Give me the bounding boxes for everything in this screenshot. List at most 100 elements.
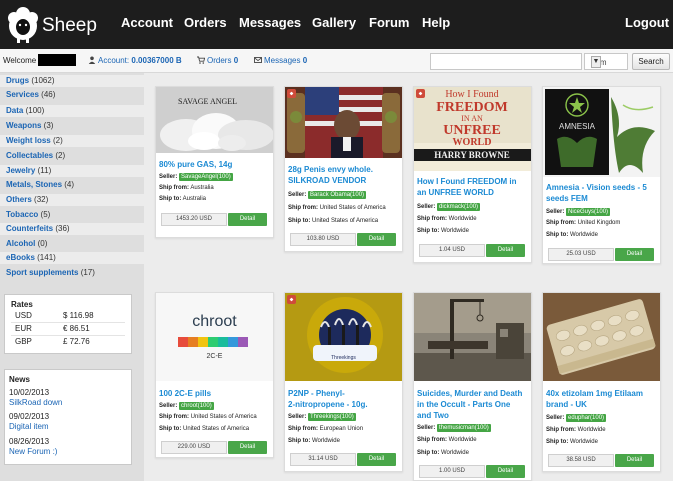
- seller-badge[interactable]: themusicman(100): [437, 424, 491, 432]
- product-image[interactable]: [414, 293, 531, 381]
- product-title[interactable]: P2NP - Phenyl- 2-nitropropene - 10g.: [288, 388, 368, 410]
- welcome-label: Welcome: [3, 56, 37, 65]
- detail-button[interactable]: Detail: [357, 233, 396, 246]
- category-metals-stones[interactable]: Metals, Stones (4): [0, 179, 144, 191]
- messages-count[interactable]: Messages 0: [254, 56, 307, 65]
- ship-to-line: Ship to: Worldwide: [417, 228, 469, 234]
- product-image[interactable]: [543, 293, 660, 381]
- nav-gallery[interactable]: Gallery: [312, 15, 356, 30]
- product-title[interactable]: 28g Penis envy whole. SILKROAD VENDOR: [288, 164, 373, 186]
- nav-orders[interactable]: Orders: [184, 15, 227, 30]
- detail-button[interactable]: Detail: [486, 244, 525, 257]
- detail-button[interactable]: Detail: [357, 453, 396, 466]
- price-field: 1.00 USD: [419, 465, 485, 478]
- seller-badge[interactable]: SavageAngel(100): [179, 173, 233, 181]
- product-card[interactable]: How I Found FREEDOM IN AN UNFREE WORLD H…: [413, 86, 532, 263]
- category-services[interactable]: Services (46): [0, 89, 144, 101]
- price-field: 1.04 USD: [419, 244, 485, 257]
- category-tobacco[interactable]: Tobacco (5): [0, 209, 144, 221]
- search-input[interactable]: [430, 53, 582, 70]
- category-alcohol[interactable]: Alcohol (0): [0, 238, 144, 250]
- category-jewelry[interactable]: Jewelry (11): [0, 165, 144, 177]
- product-title[interactable]: 40x etizolam 1mg Etilaam brand - UK: [546, 388, 643, 410]
- product-title[interactable]: Amnesia - Vision seeds - 5 seeds FEM: [546, 182, 647, 204]
- product-card[interactable]: Suicides, Murder and Death in the Occult …: [413, 292, 532, 481]
- product-image[interactable]: Threekings: [285, 293, 402, 381]
- product-card[interactable]: 40x etizolam 1mg Etilaam brand - UK Selle…: [542, 292, 661, 472]
- product-image[interactable]: chroot 2C-E: [156, 293, 273, 381]
- detail-button[interactable]: Detail: [228, 213, 267, 226]
- category-ebooks[interactable]: eBooks (141): [0, 252, 144, 264]
- product-image[interactable]: AMNESIA: [543, 87, 660, 177]
- sidebar: Drugs (1062) Services (46) Data (100) We…: [0, 73, 144, 481]
- featured-badge-icon: [287, 89, 296, 98]
- nav-help[interactable]: Help: [422, 15, 450, 30]
- search-type-select[interactable]: Item ▼: [584, 53, 628, 70]
- news-date: 08/26/2013: [9, 437, 50, 446]
- detail-button[interactable]: Detail: [615, 248, 654, 261]
- product-photo: [285, 293, 402, 381]
- news-link-digital-item[interactable]: Digital item: [9, 422, 49, 431]
- news-link-silkroad-down[interactable]: SilkRoad down: [9, 398, 62, 407]
- product-image[interactable]: [285, 87, 402, 158]
- seller-badge[interactable]: dickmack(100): [437, 203, 481, 211]
- seller-line: Seller: themusicman(100): [417, 424, 491, 432]
- category-weight-loss[interactable]: Weight loss (2): [0, 135, 144, 147]
- svg-text:IN AN: IN AN: [461, 114, 483, 123]
- account-balance[interactable]: Account: 0.00367000 B: [88, 56, 182, 65]
- product-title[interactable]: How I Found FREEDOM in an UNFREE WORLD: [417, 176, 517, 198]
- ship-to-line: Ship to: Australia: [159, 196, 207, 202]
- product-card[interactable]: Threekings P2NP - Phenyl- 2-nitropropene …: [284, 292, 403, 472]
- seller-line: Seller: eduphar(100): [546, 414, 607, 422]
- cart-icon: [197, 56, 205, 64]
- product-photo: [543, 293, 660, 381]
- product-image[interactable]: SAVAGE ANGEL: [156, 87, 273, 153]
- product-card[interactable]: AMNESIA Amnesia - Vision seeds - 5 seeds …: [542, 86, 661, 264]
- rate-row-gbp: GBP £ 72.76: [15, 337, 90, 346]
- category-collectables[interactable]: Collectables (2): [0, 150, 144, 162]
- rainbow-graphic: [178, 337, 248, 347]
- image-caption: SAVAGE ANGEL: [178, 97, 238, 106]
- product-card[interactable]: chroot 2C-E 100 2C-E pills Seller: chroo…: [155, 292, 274, 458]
- detail-button[interactable]: Detail: [615, 454, 654, 467]
- price-field: 38.58 USD: [548, 454, 614, 467]
- seller-badge[interactable]: NiceGuys(100): [566, 208, 611, 216]
- detail-button[interactable]: Detail: [486, 465, 525, 478]
- category-sport-supplements[interactable]: Sport supplements (17): [0, 267, 144, 279]
- category-counterfeits[interactable]: Counterfeits (36): [0, 223, 144, 235]
- svg-text:WORLD: WORLD: [453, 137, 492, 148]
- seller-line: Seller: Barack Obama(100): [288, 191, 367, 199]
- svg-text:HARRY BROWNE: HARRY BROWNE: [434, 150, 510, 160]
- product-card[interactable]: 28g Penis envy whole. SILKROAD VENDOR Sel…: [284, 86, 403, 252]
- nav-forum[interactable]: Forum: [369, 15, 409, 30]
- product-title[interactable]: 80% pure GAS, 14g: [159, 159, 232, 170]
- category-others[interactable]: Others (32): [0, 194, 144, 206]
- ship-from-line: Ship from: European Union: [288, 426, 364, 432]
- seller-badge[interactable]: Barack Obama(100): [308, 191, 367, 199]
- image-caption: Threekings: [331, 355, 356, 361]
- orders-count[interactable]: Orders 0: [197, 56, 238, 65]
- seller-badge[interactable]: chroot(100): [179, 402, 214, 410]
- product-title[interactable]: Suicides, Murder and Death in the Occult …: [417, 388, 522, 421]
- search-button[interactable]: Search: [632, 53, 670, 70]
- nav-account[interactable]: Account: [121, 15, 173, 30]
- news-date: 09/02/2013: [9, 412, 50, 421]
- product-grid: SAVAGE ANGEL 80% pure GAS, 14g Seller: S…: [144, 73, 673, 481]
- category-weapons[interactable]: Weapons (3): [0, 120, 144, 132]
- rate-row-usd: USD $ 116.98: [15, 311, 94, 320]
- detail-button[interactable]: Detail: [228, 441, 267, 454]
- chevron-down-icon: ▼: [591, 56, 601, 68]
- product-card[interactable]: SAVAGE ANGEL 80% pure GAS, 14g Seller: S…: [155, 86, 274, 238]
- logo[interactable]: Sheep: [6, 4, 97, 46]
- nav-messages[interactable]: Messages: [239, 15, 301, 30]
- category-data[interactable]: Data (100): [0, 105, 144, 117]
- product-title[interactable]: 100 2C-E pills: [159, 388, 211, 399]
- product-image[interactable]: How I Found FREEDOM IN AN UNFREE WORLD H…: [414, 87, 531, 171]
- rates-box: Rates USD $ 116.98 EUR € 86.51 GBP £ 72.76: [4, 294, 132, 354]
- category-drugs[interactable]: Drugs (1062): [0, 75, 144, 87]
- seller-badge[interactable]: Threekings(100): [308, 413, 356, 421]
- news-link-new-forum[interactable]: New Forum :): [9, 447, 57, 456]
- messages-label: Messages: [264, 56, 301, 65]
- seller-badge[interactable]: eduphar(100): [566, 414, 607, 422]
- nav-logout[interactable]: Logout: [625, 15, 669, 30]
